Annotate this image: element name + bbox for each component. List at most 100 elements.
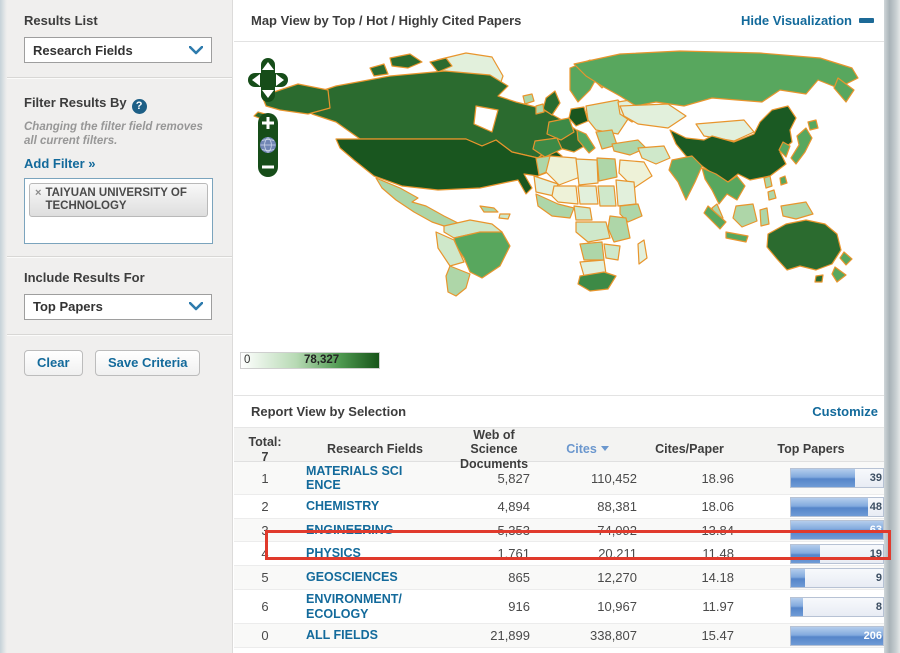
include-results-dropdown[interactable]: Top Papers bbox=[24, 293, 212, 320]
col-top-papers[interactable]: Top Papers bbox=[738, 442, 884, 456]
row-cites: 88,381 bbox=[597, 499, 637, 514]
map-zoom-control[interactable] bbox=[257, 112, 279, 178]
filter-box[interactable]: × TAIYUAN UNIVERSITY OF TECHNOLOGY bbox=[24, 177, 213, 244]
top-papers-bar-fill bbox=[791, 469, 856, 487]
row-field-link[interactable]: PHYSICS bbox=[296, 546, 454, 560]
top-papers-bar: 19 bbox=[790, 543, 884, 564]
filter-note: Changing the filter field removes all cu… bbox=[24, 121, 203, 148]
chevron-down-icon bbox=[189, 45, 203, 54]
col-cites-sorted[interactable]: Cites bbox=[534, 442, 641, 456]
top-papers-value: 48 bbox=[869, 500, 882, 513]
row-cites: 74,092 bbox=[597, 522, 637, 538]
filter-tag-label: TAIYUAN UNIVERSITY OF TECHNOLOGY bbox=[45, 186, 187, 212]
top-papers-value: 206 bbox=[863, 629, 882, 642]
collapse-icon[interactable] bbox=[859, 18, 874, 23]
map-legend: 0 78,327 bbox=[234, 352, 884, 386]
row-docs: 5,353 bbox=[497, 522, 530, 538]
include-results-heading: Include Results For bbox=[24, 269, 145, 285]
page: Results List Research Fields Filter Resu… bbox=[0, 0, 900, 653]
legend-gradient-bar: 0 78,327 bbox=[240, 352, 380, 369]
help-icon[interactable]: ? bbox=[131, 99, 147, 114]
col-research-fields[interactable]: Research Fields bbox=[296, 442, 454, 456]
row-cites-per-paper: 11.97 bbox=[702, 599, 734, 614]
vertical-scrollbar[interactable] bbox=[884, 0, 900, 653]
row-top-papers-cell: 63 bbox=[738, 520, 884, 540]
row-rank: 4 bbox=[261, 546, 269, 561]
top-papers-bar: 8 bbox=[790, 596, 884, 617]
legend-max-label: 78,327 bbox=[304, 354, 340, 366]
row-cites-per-paper: 18.06 bbox=[701, 499, 734, 514]
map-view-title: Map View by Top / Hot / Highly Cited Pap… bbox=[251, 13, 522, 28]
row-docs: 5,827 bbox=[497, 470, 530, 486]
row-field-link[interactable]: MATERIALS SCIENCE bbox=[296, 464, 408, 493]
row-rank: 3 bbox=[261, 522, 269, 538]
top-papers-value: 9 bbox=[875, 571, 882, 584]
row-docs: 916 bbox=[508, 599, 530, 614]
row-rank: 0 bbox=[261, 628, 269, 643]
row-cites-per-paper: 11.48 bbox=[702, 546, 734, 561]
hide-visualization-link[interactable]: Hide Visualization bbox=[741, 13, 874, 28]
results-list-dropdown[interactable]: Research Fields bbox=[24, 37, 212, 63]
table-header-row: Total: 7 Research Fields Web of Science … bbox=[234, 427, 884, 471]
row-cites-per-paper: 14.18 bbox=[701, 570, 734, 585]
col-cites-per-paper[interactable]: Cites/Paper bbox=[641, 442, 738, 456]
row-rank: 5 bbox=[261, 570, 269, 585]
map-view-header: Map View by Top / Hot / Highly Cited Pap… bbox=[234, 0, 884, 42]
row-rank: 1 bbox=[261, 470, 269, 486]
row-cites-per-paper: 15.47 bbox=[701, 628, 734, 643]
include-results-dropdown-value: Top Papers bbox=[33, 299, 103, 315]
table-row[interactable]: 3 ENGINEERING 5,353 74,092 13.84 63 bbox=[234, 519, 884, 542]
report-view-title: Report View by Selection bbox=[251, 404, 407, 419]
row-field-link[interactable]: GEOSCIENCES bbox=[296, 570, 454, 584]
add-filter-link[interactable]: Add Filter » bbox=[24, 156, 96, 171]
row-field-link[interactable]: CHEMISTRY bbox=[296, 499, 454, 513]
row-top-papers-cell: 39 bbox=[738, 468, 884, 488]
filter-results-heading: Filter Results By? bbox=[24, 95, 212, 114]
row-cites: 20,211 bbox=[598, 546, 637, 561]
row-top-papers-cell: 9 bbox=[738, 567, 884, 588]
top-papers-bar: 9 bbox=[790, 567, 884, 588]
top-papers-value: 8 bbox=[875, 600, 882, 613]
top-papers-bar-fill bbox=[791, 544, 821, 563]
world-map[interactable] bbox=[240, 46, 876, 298]
clear-button[interactable]: Clear bbox=[24, 349, 83, 376]
top-papers-bar-fill bbox=[791, 568, 805, 587]
row-top-papers-cell: 8 bbox=[738, 596, 884, 617]
row-cites-per-paper: 13.84 bbox=[701, 522, 734, 538]
save-criteria-button[interactable]: Save Criteria bbox=[94, 349, 201, 376]
table-row[interactable]: 1 MATERIALS SCIENCE 5,827 110,452 18.96 … bbox=[234, 462, 884, 495]
customize-link[interactable]: Customize bbox=[812, 404, 878, 419]
report-view-header: Report View by Selection Customize bbox=[234, 396, 884, 427]
legend-min-label: 0 bbox=[244, 354, 251, 366]
sidebar-edge-gradient bbox=[0, 0, 7, 653]
top-papers-value: 19 bbox=[869, 547, 882, 560]
table-row[interactable]: 6 ENVIRONMENT/ECOLOGY 916 10,967 11.97 8 bbox=[234, 590, 884, 624]
row-field-link[interactable]: ENVIRONMENT/ECOLOGY bbox=[296, 592, 408, 621]
sort-descending-icon bbox=[600, 446, 609, 452]
table-row[interactable]: 0 ALL FIELDS 21,899 338,807 15.47 206 bbox=[234, 624, 884, 648]
row-docs: 4,894 bbox=[497, 499, 530, 514]
filter-tag[interactable]: × TAIYUAN UNIVERSITY OF TECHNOLOGY bbox=[29, 182, 208, 218]
results-list-heading: Results List bbox=[24, 13, 98, 28]
top-papers-bar: 48 bbox=[790, 496, 884, 517]
chevron-down-icon bbox=[189, 302, 203, 311]
table-row[interactable]: 2 CHEMISTRY 4,894 88,381 18.06 48 bbox=[234, 495, 884, 519]
col-wos-documents[interactable]: Web of Science Documents bbox=[454, 428, 534, 471]
remove-filter-icon[interactable]: × bbox=[35, 187, 41, 213]
top-papers-bar-fill bbox=[791, 497, 869, 516]
sidebar: Results List Research Fields Filter Resu… bbox=[0, 0, 233, 653]
world-map-area bbox=[234, 42, 884, 346]
top-papers-bar: 206 bbox=[790, 625, 884, 646]
map-pan-control[interactable] bbox=[248, 58, 288, 102]
row-cites: 338,807 bbox=[590, 628, 637, 643]
row-field-link[interactable]: ENGINEERING bbox=[296, 523, 454, 537]
table-row[interactable]: 5 GEOSCIENCES 865 12,270 14.18 9 bbox=[234, 566, 884, 590]
row-top-papers-cell: 48 bbox=[738, 496, 884, 517]
results-list-dropdown-value: Research Fields bbox=[33, 42, 133, 58]
top-papers-value: 39 bbox=[869, 472, 882, 484]
row-docs: 21,899 bbox=[490, 628, 530, 643]
top-papers-value: 63 bbox=[869, 524, 882, 536]
table-row[interactable]: 4 PHYSICS 1,761 20,211 11.48 19 bbox=[234, 542, 884, 566]
row-field-link[interactable]: ALL FIELDS bbox=[296, 628, 454, 642]
top-papers-bar-fill bbox=[791, 597, 803, 616]
